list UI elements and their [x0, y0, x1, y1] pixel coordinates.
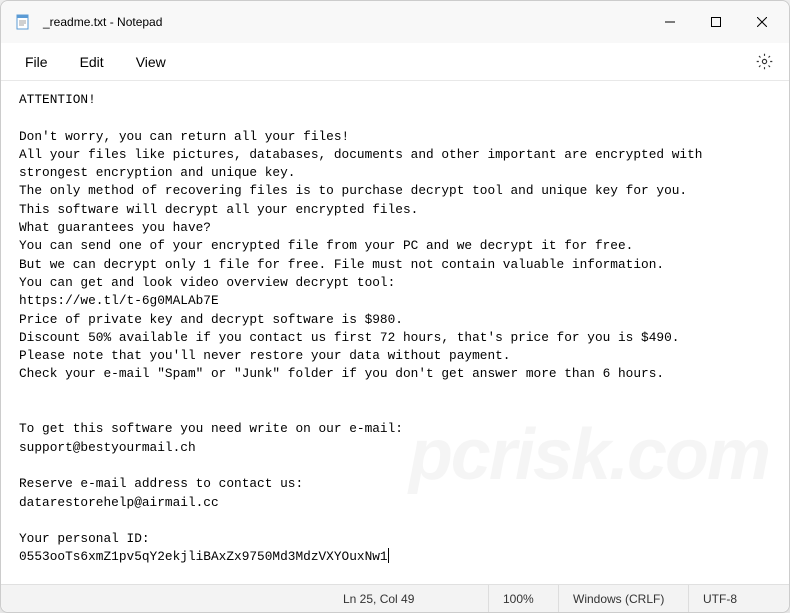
notepad-window: _readme.txt - Notepad File Edit View ATT…: [0, 0, 790, 613]
menu-edit[interactable]: Edit: [64, 48, 120, 76]
minimize-button[interactable]: [647, 6, 693, 38]
close-button[interactable]: [739, 6, 785, 38]
menubar: File Edit View: [1, 43, 789, 81]
menu-view[interactable]: View: [120, 48, 182, 76]
watermark: pcrisk.com: [409, 446, 769, 464]
statusbar: Ln 25, Col 49 100% Windows (CRLF) UTF-8: [1, 584, 789, 612]
text-cursor: [388, 548, 389, 563]
window-title: _readme.txt - Notepad: [43, 15, 647, 29]
menu-file[interactable]: File: [9, 48, 64, 76]
maximize-button[interactable]: [693, 6, 739, 38]
notepad-icon: [15, 14, 31, 30]
status-lineending: Windows (CRLF): [559, 585, 689, 612]
document-text: ATTENTION! Don't worry, you can return a…: [19, 92, 710, 564]
text-editor-area[interactable]: ATTENTION! Don't worry, you can return a…: [1, 81, 789, 584]
status-zoom[interactable]: 100%: [489, 585, 559, 612]
status-position: Ln 25, Col 49: [329, 585, 489, 612]
settings-button[interactable]: [747, 45, 781, 79]
window-controls: [647, 6, 785, 38]
titlebar: _readme.txt - Notepad: [1, 1, 789, 43]
status-encoding: UTF-8: [689, 585, 789, 612]
